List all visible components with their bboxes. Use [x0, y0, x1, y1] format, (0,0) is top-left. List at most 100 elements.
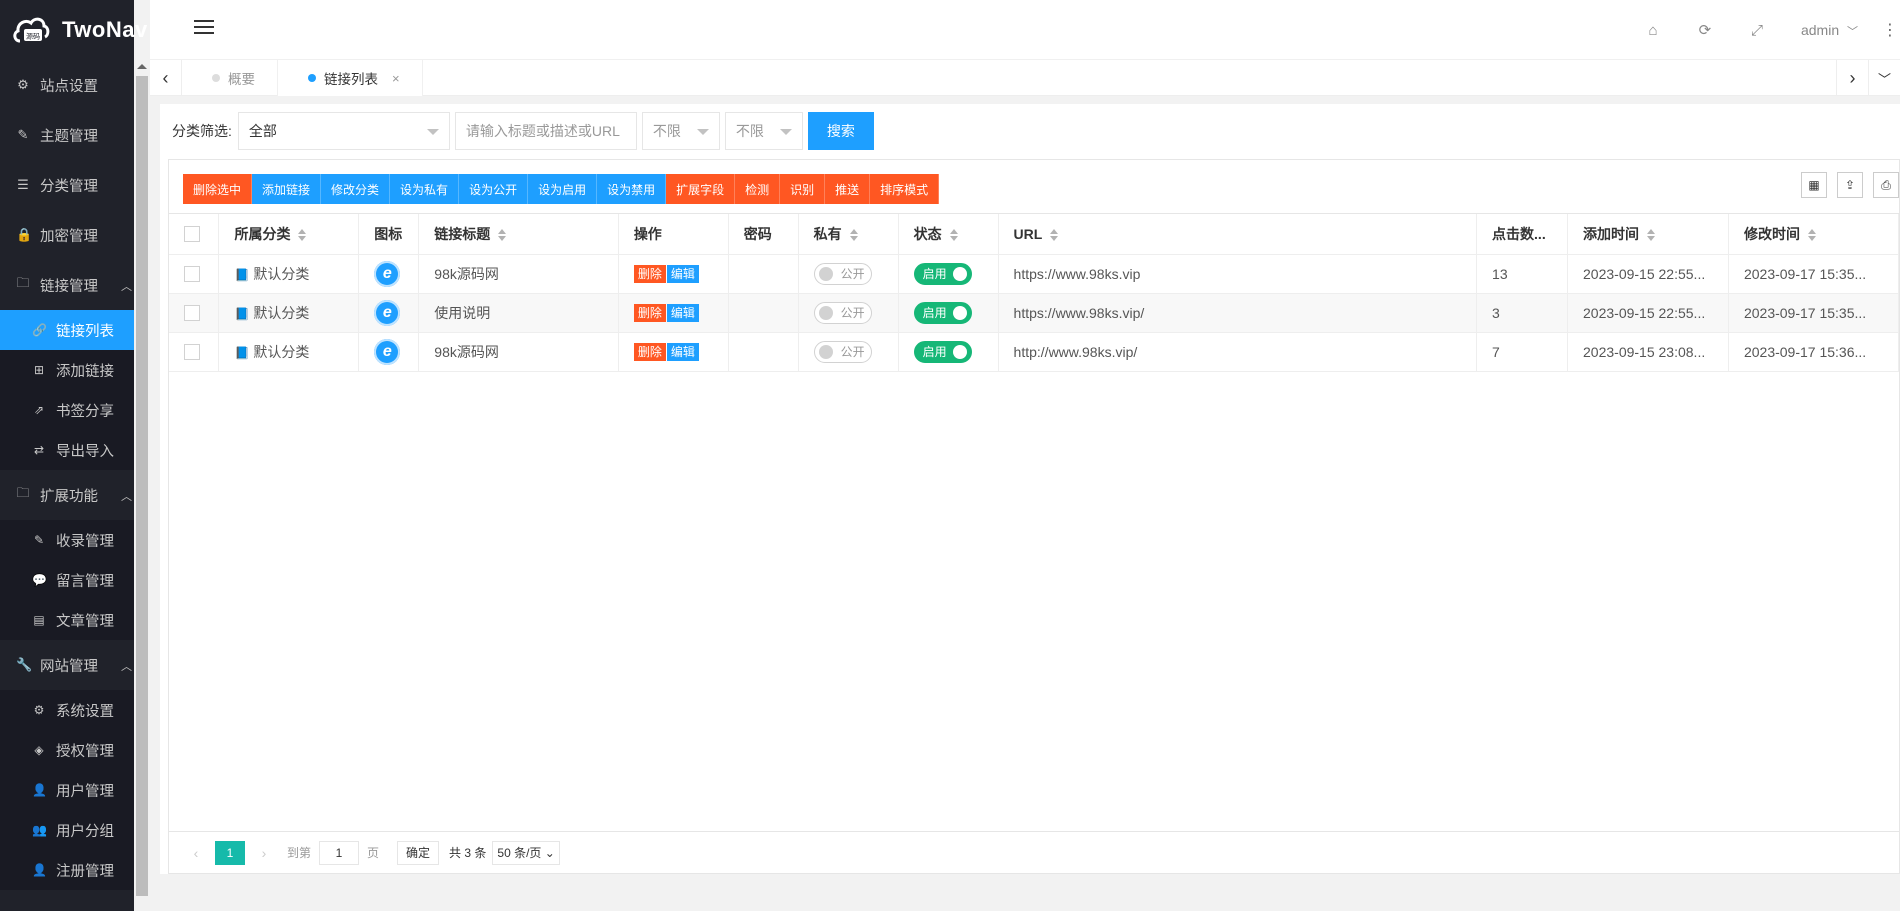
toolbar-button[interactable]: 添加链接 — [252, 174, 322, 204]
status-toggle[interactable]: 启用 — [913, 301, 972, 324]
tab-prev-icon[interactable]: ‹ — [150, 60, 182, 96]
toolbar-button[interactable]: 扩展字段 — [666, 174, 736, 204]
delete-button[interactable]: 删除 — [633, 342, 666, 361]
sidebar-item-label: 授权管理 — [56, 743, 114, 760]
more-icon[interactable]: ⋮ — [1882, 20, 1898, 40]
fullscreen-icon[interactable]: ⤢ — [1731, 22, 1783, 39]
sidebar-item-bookmark-share[interactable]: ⇗ 书签分享 — [0, 390, 134, 430]
edit-button[interactable]: 编辑 — [666, 264, 699, 283]
sidebar-item-articles[interactable]: ▤ 文章管理 — [0, 600, 134, 640]
tabs: 概要 链接列表 × — [182, 60, 423, 96]
tab-next-icon[interactable]: › — [1836, 60, 1868, 96]
sidebar-item-label: 用户分组 — [56, 823, 114, 840]
col-title[interactable]: 链接标题 — [418, 214, 619, 255]
logo[interactable]: 源码 TwoNav — [0, 0, 147, 60]
page-next-icon[interactable]: › — [249, 845, 279, 861]
toolbar-button[interactable]: 删除选中 — [183, 174, 253, 204]
goto-page-input[interactable]: 1 — [319, 840, 360, 865]
delete-button[interactable]: 删除 — [633, 303, 666, 322]
tab-dropdown-icon[interactable]: ﹀ — [1868, 60, 1900, 96]
sidebar-item-messages[interactable]: 💬 留言管理 — [0, 560, 134, 600]
sort-icon[interactable] — [1807, 229, 1816, 242]
page-prev-icon[interactable]: ‹ — [181, 845, 211, 861]
print-icon[interactable]: ⎙ — [1873, 172, 1899, 198]
toolbar-button[interactable]: 设为私有 — [390, 174, 460, 204]
toolbar-button[interactable]: 修改分类 — [321, 174, 391, 204]
export-icon[interactable]: ⇪ — [1837, 172, 1863, 198]
sidebar-item-import-export[interactable]: ⇄ 导出导入 — [0, 430, 134, 470]
modified-cell: 2023-09-17 15:35... — [1728, 293, 1900, 333]
sidebar-item-link-list[interactable]: 🔗 链接列表 — [0, 310, 134, 350]
private-select[interactable]: 不限 — [641, 112, 720, 150]
col-url[interactable]: URL — [998, 214, 1478, 255]
toolbar-button[interactable]: 检测 — [735, 174, 781, 204]
col-status[interactable]: 状态 — [898, 214, 999, 255]
close-icon[interactable]: × — [392, 71, 400, 86]
sidebar-group-site[interactable]: 🔧 网站管理 ﹀ — [0, 640, 134, 690]
col-category[interactable]: 所属分类 — [218, 214, 360, 255]
private-toggle[interactable]: 公开 — [813, 262, 872, 285]
scroll-up-arrow-icon[interactable] — [137, 64, 147, 69]
toolbar-button[interactable]: 设为禁用 — [597, 174, 667, 204]
sidebar-item-category[interactable]: ☰ 分类管理 — [0, 160, 134, 210]
sidebar-group-extensions[interactable]: 🗀 扩展功能 ﹀ — [0, 470, 134, 520]
toolbar-button[interactable]: 设为启用 — [528, 174, 598, 204]
toolbar-button[interactable]: 设为公开 — [459, 174, 529, 204]
toolbar-button[interactable]: 排序模式 — [870, 174, 940, 204]
private-toggle[interactable]: 公开 — [813, 340, 872, 363]
row-checkbox[interactable] — [184, 305, 200, 322]
goto-confirm-button[interactable]: 确定 — [397, 840, 440, 865]
col-private[interactable]: 私有 — [798, 214, 899, 255]
page-size-select[interactable]: 50 条/页 ⌄ — [492, 840, 560, 865]
sidebar-item-system-settings[interactable]: ⚙ 系统设置 — [0, 690, 134, 730]
col-added[interactable]: 添加时间 — [1567, 214, 1729, 255]
sort-icon[interactable] — [849, 229, 858, 242]
sidebar-item-user-groups[interactable]: 👥 用户分组 — [0, 810, 134, 850]
status-toggle[interactable]: 启用 — [913, 340, 972, 363]
sidebar-scrollbar[interactable] — [134, 60, 150, 911]
sort-icon[interactable] — [298, 229, 307, 242]
category-select[interactable]: 全部 — [237, 112, 450, 150]
toolbar-button[interactable]: 识别 — [780, 174, 826, 204]
sidebar-item-users[interactable]: 👤 用户管理 — [0, 770, 134, 810]
scrollbar-thumb[interactable] — [136, 76, 148, 896]
sidebar-item-license[interactable]: ◈ 授权管理 — [0, 730, 134, 770]
home-icon[interactable]: ⌂ — [1627, 22, 1679, 39]
site-favicon-icon: e — [374, 260, 401, 287]
page-current[interactable]: 1 — [215, 840, 245, 865]
row-checkbox[interactable] — [184, 344, 200, 361]
user-menu[interactable]: admin ﹀ — [1801, 22, 1858, 39]
status-toggle[interactable]: 启用 — [913, 262, 972, 285]
menu-toggle-icon[interactable] — [194, 20, 214, 38]
sort-icon[interactable] — [949, 229, 958, 242]
edit-button[interactable]: 编辑 — [666, 303, 699, 322]
sidebar-item-add-link[interactable]: ⊞ 添加链接 — [0, 350, 134, 390]
added-cell: 2023-09-15 22:55... — [1567, 293, 1729, 333]
sidebar-item-registration[interactable]: 👤 注册管理 — [0, 850, 134, 890]
select-all-checkbox[interactable] — [184, 226, 200, 243]
private-toggle[interactable]: 公开 — [813, 301, 872, 324]
sidebar-item-site-settings[interactable]: ⚙ 站点设置 — [0, 60, 134, 110]
search-button[interactable]: 搜索 — [807, 112, 874, 150]
col-modified[interactable]: 修改时间 — [1728, 214, 1900, 255]
edit-button[interactable]: 编辑 — [666, 342, 699, 361]
sort-icon[interactable] — [1050, 229, 1059, 242]
status-select[interactable]: 不限 — [724, 112, 803, 150]
search-input[interactable]: 请输入标题或描述或URL — [454, 112, 637, 150]
filter-label: 分类筛选: — [172, 123, 232, 139]
tab-overview[interactable]: 概要 — [182, 60, 278, 96]
sort-icon[interactable] — [1647, 229, 1656, 242]
sidebar-item-collection[interactable]: ✎ 收录管理 — [0, 520, 134, 560]
comment-icon: 💬 — [32, 573, 47, 587]
refresh-icon[interactable]: ⟳ — [1679, 21, 1731, 39]
sidebar-item-encryption[interactable]: 🔒 加密管理 — [0, 210, 134, 260]
delete-button[interactable]: 删除 — [633, 264, 666, 283]
share-icon: ⇗ — [33, 403, 45, 417]
sidebar-item-theme[interactable]: ✎ 主题管理 — [0, 110, 134, 160]
toolbar-button[interactable]: 推送 — [825, 174, 871, 204]
sort-icon[interactable] — [498, 229, 507, 242]
columns-icon[interactable]: ▦ — [1801, 172, 1827, 198]
sidebar-group-links[interactable]: 🗀 链接管理 ﹀ — [0, 260, 134, 310]
row-checkbox[interactable] — [184, 266, 200, 283]
tab-link-list[interactable]: 链接列表 × — [278, 60, 423, 96]
